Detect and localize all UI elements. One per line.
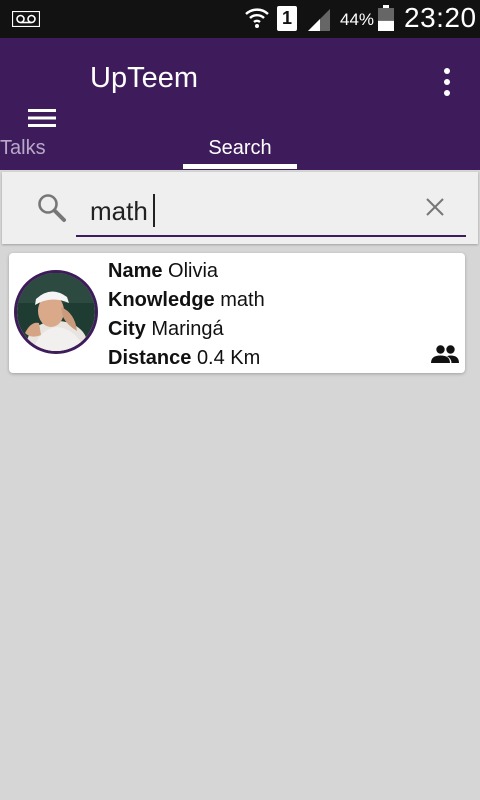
clock: 23:20: [404, 2, 477, 33]
knowledge-row: Knowledge math: [108, 287, 265, 316]
signal-icon: [308, 9, 330, 31]
group-icon[interactable]: [431, 345, 459, 363]
city-row: City Maringá: [108, 316, 265, 345]
close-icon[interactable]: [424, 196, 446, 218]
wifi-icon: [245, 8, 269, 28]
search-icon: [38, 194, 66, 222]
battery-icon: [378, 5, 394, 31]
tab-talks[interactable]: Talks: [0, 132, 56, 170]
knowledge-label: Knowledge: [108, 289, 215, 311]
sim-slot-indicator: 1: [277, 6, 297, 31]
avatar: [14, 270, 98, 354]
search-input[interactable]: [76, 187, 466, 237]
status-bar: 1 44% 23:20: [0, 0, 480, 38]
knowledge-value: math: [220, 289, 265, 311]
result-info: Name Olivia Knowledge math City Maringá …: [108, 258, 265, 374]
text-cursor: [153, 194, 155, 227]
more-vert-icon[interactable]: [440, 66, 454, 98]
hamburger-menu-icon[interactable]: [26, 106, 58, 130]
name-row: Name Olivia: [108, 258, 265, 287]
distance-row: Distance 0.4 Km: [108, 345, 265, 374]
name-value: Olivia: [168, 260, 219, 282]
distance-value: 0.4 Km: [196, 347, 261, 369]
battery-percent: 44%: [340, 10, 375, 29]
app-title: UpTeem: [90, 62, 198, 94]
name-label: Name: [108, 260, 163, 282]
search-bar: [2, 172, 478, 244]
distance-label: Distance: [108, 347, 192, 369]
result-card[interactable]: Name Olivia Knowledge math City Maringá …: [9, 253, 465, 373]
tab-selected-indicator: [183, 164, 297, 169]
city-value: Maringá: [151, 318, 224, 340]
city-label: City: [108, 318, 146, 340]
app-bar: UpTeem Talks Search: [0, 38, 480, 170]
voicemail-icon: [12, 11, 40, 27]
